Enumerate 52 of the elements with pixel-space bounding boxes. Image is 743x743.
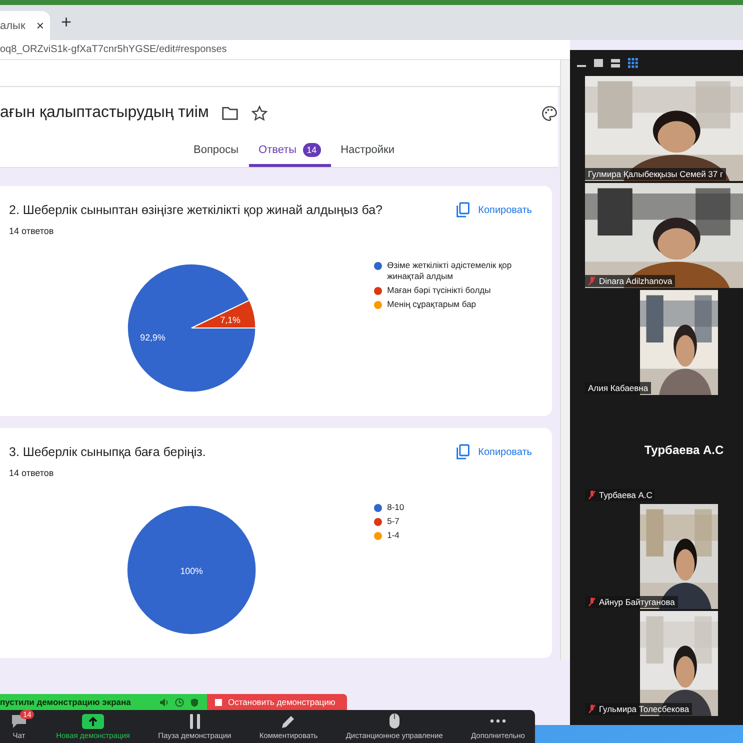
clock-icon[interactable] [175, 698, 184, 706]
legend-label: Өзіме жеткілікті әдістемелік қор жинақтай алдым [387, 260, 513, 282]
share-status: пустили демонстрацию экрана [0, 697, 131, 707]
legend-label: 5-7 [387, 516, 400, 527]
folder-icon[interactable] [220, 105, 239, 121]
square-icon[interactable] [594, 58, 603, 68]
participant-name: Турбаева А.С [644, 442, 724, 456]
copy-button[interactable]: Копировать [456, 444, 532, 460]
stop-icon [215, 698, 222, 706]
form-tab[interactable]: Вопросы [183, 137, 249, 167]
star-icon[interactable] [250, 104, 268, 122]
address-bar[interactable]: oq8_ORZviS1k-gfXaT7cnr5hYGSE/edit#responses [0, 40, 570, 60]
close-icon[interactable]: × [36, 18, 44, 33]
slice-label: 92,9% [140, 332, 166, 343]
copy-icon [456, 444, 470, 460]
share-icon [82, 714, 104, 728]
slice-label: 7,1% [220, 315, 240, 326]
participant-name: Гульмира Толесбекова [599, 704, 690, 714]
palette-icon[interactable] [541, 104, 558, 122]
more-icon [490, 719, 506, 723]
copy-icon [456, 202, 470, 218]
speaker-icon[interactable] [160, 698, 169, 706]
grid-icon[interactable] [628, 58, 638, 68]
participant-name: Гулмира Қалыбекқызы Семей 37 г [588, 169, 724, 179]
pencil-icon [281, 714, 296, 728]
participant-name: Dinara Adilzhanova [599, 276, 672, 286]
scroll-bar[interactable] [560, 60, 570, 660]
tab-title: алык [0, 20, 26, 32]
count-badge: 14 [302, 143, 321, 157]
response-count: 14 ответов [9, 226, 55, 236]
participant-name: Айнур Байтуганова [599, 597, 675, 607]
participant-name: Турбаева А.С [599, 490, 652, 500]
question-title: 3. Шеберлік сыныпқа баға беріңіз. [9, 445, 206, 459]
response-count: 14 ответов [9, 468, 55, 478]
legend-label: Менің сұрақтарым бар [387, 299, 476, 310]
copy-button[interactable]: Копировать [456, 202, 532, 218]
slice-label: 100% [180, 566, 203, 576]
pause-icon [188, 714, 201, 728]
form-tab[interactable]: Настройки [330, 137, 405, 167]
legend-label: 8-10 [387, 502, 404, 513]
legend-label: Маған бәрі түсінікті болды [387, 285, 491, 296]
shield-icon[interactable] [190, 698, 199, 706]
stop-share-button[interactable]: Остановить демонстрацию [207, 694, 348, 710]
participant-name: Алия Кабаевна [588, 383, 648, 393]
browser-tab[interactable]: алык × [0, 11, 50, 40]
legend-label: 1-4 [387, 530, 400, 541]
new-tab-button[interactable]: + [58, 12, 75, 33]
form-tab[interactable]: Ответы 14 [248, 137, 331, 167]
form-title[interactable]: ағын қалыптастырудың тиім [0, 104, 209, 122]
list-icon[interactable] [611, 58, 620, 68]
mouse-icon [388, 713, 400, 729]
question-title: 2. Шеберлік сыныптан өзіңізге жеткілікті қор жинай алдыңыз ба? [9, 203, 382, 217]
